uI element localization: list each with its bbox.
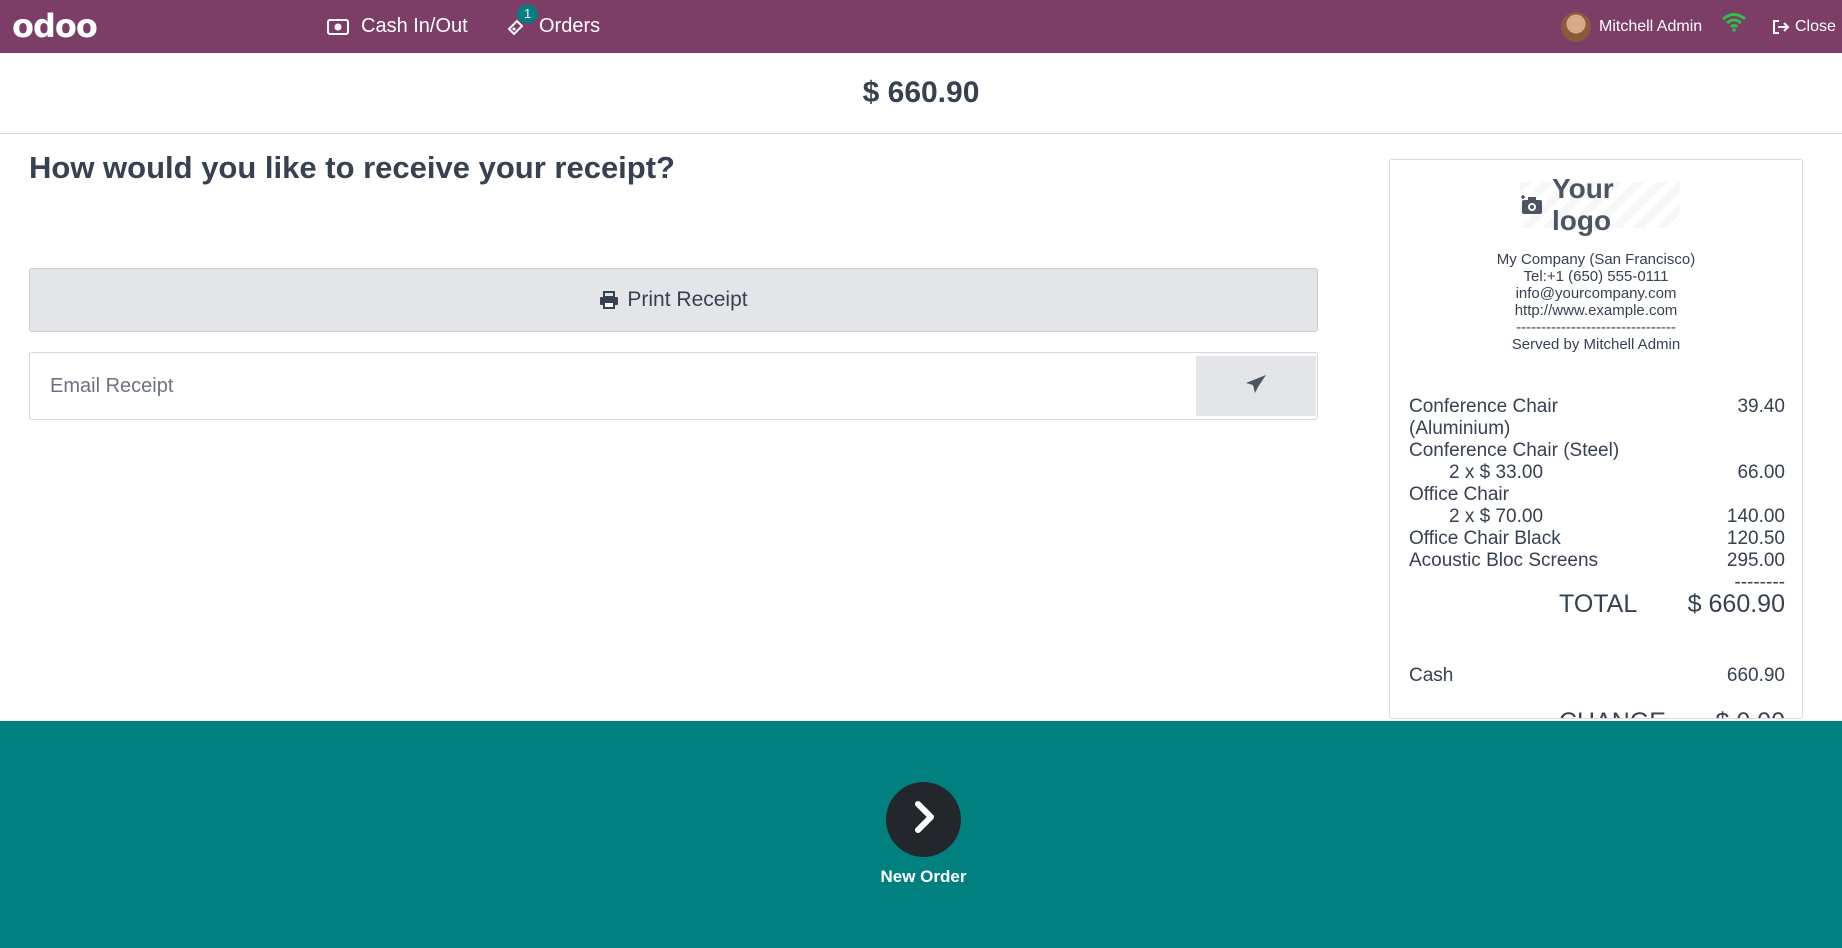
user-menu[interactable]: Mitchell Admin — [1561, 0, 1702, 53]
list-item: Conference Chair (Aluminium) 39.40 — [1409, 396, 1785, 440]
line-name: Acoustic Bloc Screens — [1409, 550, 1599, 571]
payment-line: Cash 660.90 — [1409, 665, 1785, 687]
cash-in-out-button[interactable]: Cash In/Out — [327, 0, 468, 53]
served-by: Served by Mitchell Admin — [1511, 336, 1681, 353]
bottom-action-bar: New Order — [0, 721, 1842, 948]
receipt-company-info: My Company (San Francisco) Tel:+1 (650) … — [1390, 251, 1802, 353]
separator: -------------------------------- — [1516, 319, 1676, 336]
line-price: 120.50 — [1726, 528, 1785, 549]
camera-icon — [1520, 194, 1544, 216]
print-receipt-label: Print Receipt — [627, 288, 748, 311]
wifi-icon[interactable] — [1721, 12, 1747, 37]
email-receipt-input[interactable] — [30, 353, 1195, 419]
line-price: 295.00 — [1726, 550, 1785, 571]
company-name: My Company (San Francisco) — [1496, 251, 1696, 268]
close-button[interactable]: Close — [1772, 0, 1836, 53]
new-order-button[interactable] — [886, 782, 961, 857]
close-label: Close — [1795, 17, 1836, 35]
orders-button[interactable]: 1 Orders — [505, 0, 600, 53]
payment-method: Cash — [1409, 665, 1454, 686]
list-item: Acoustic Bloc Screens 295.00 — [1409, 550, 1785, 572]
printer-icon — [599, 291, 619, 309]
line-name: Conference Chair (Aluminium) — [1409, 396, 1558, 439]
total-value: $ 660.90 — [1687, 590, 1785, 618]
line-name: Conference Chair (Steel) — [1409, 440, 1620, 461]
line-name: Office Chair — [1409, 484, 1509, 505]
send-email-button[interactable] — [1196, 356, 1316, 416]
orders-label: Orders — [539, 15, 601, 37]
user-name: Mitchell Admin — [1599, 17, 1703, 35]
change-value: $ 0.00 — [1715, 708, 1785, 718]
receipt-preview: Your logo My Company (San Francisco) Tel… — [1389, 159, 1803, 719]
paper-plane-icon — [1245, 374, 1267, 399]
sign-out-icon — [1772, 19, 1790, 35]
payment-value: 660.90 — [1726, 665, 1785, 686]
cash-in-out-label: Cash In/Out — [361, 15, 468, 37]
list-item: Office Chair Black 120.50 — [1409, 528, 1785, 550]
print-receipt-button[interactable]: Print Receipt — [29, 268, 1318, 332]
orders-count-badge: 1 — [517, 5, 539, 23]
odoo-logo: odoo — [12, 7, 98, 45]
receipt-logo-placeholder[interactable]: Your logo — [1520, 173, 1680, 236]
line-name: Office Chair Black — [1409, 528, 1561, 549]
avatar — [1561, 11, 1591, 42]
line-price: 39.40 — [1737, 396, 1785, 417]
line-price: 66.00 — [1737, 462, 1785, 483]
receipt-logo-text: Your logo — [1552, 173, 1614, 236]
chevron-right-icon — [909, 800, 939, 839]
company-website: http://www.example.com — [1514, 302, 1678, 319]
company-tel: Tel:+1 (650) 555-0111 — [1523, 268, 1669, 285]
order-amount: $ 660.90 — [862, 76, 980, 109]
company-email: info@yourcompany.com — [1515, 285, 1677, 302]
line-qty: 2 x $ 33.00 — [1449, 462, 1544, 483]
line-price: 140.00 — [1726, 506, 1785, 527]
receipt-question: How would you like to receive your recei… — [29, 150, 675, 185]
new-order-label: New Order — [880, 867, 967, 886]
list-item: Office Chair 2 x $ 70.00 140.00 — [1409, 484, 1785, 528]
receipt-lines: Conference Chair (Aluminium) 39.40 Confe… — [1409, 396, 1785, 594]
top-navbar: odoo Cash In/Out 1 Orders Mitchell Admin… — [0, 0, 1842, 53]
email-receipt-group — [29, 352, 1318, 420]
money-icon — [327, 18, 349, 35]
list-item: Conference Chair (Steel) 2 x $ 33.00 66.… — [1409, 440, 1785, 484]
total-label: TOTAL — [1559, 590, 1638, 618]
amount-header: $ 660.90 — [0, 53, 1842, 134]
change-label: CHANGE — [1559, 708, 1666, 718]
